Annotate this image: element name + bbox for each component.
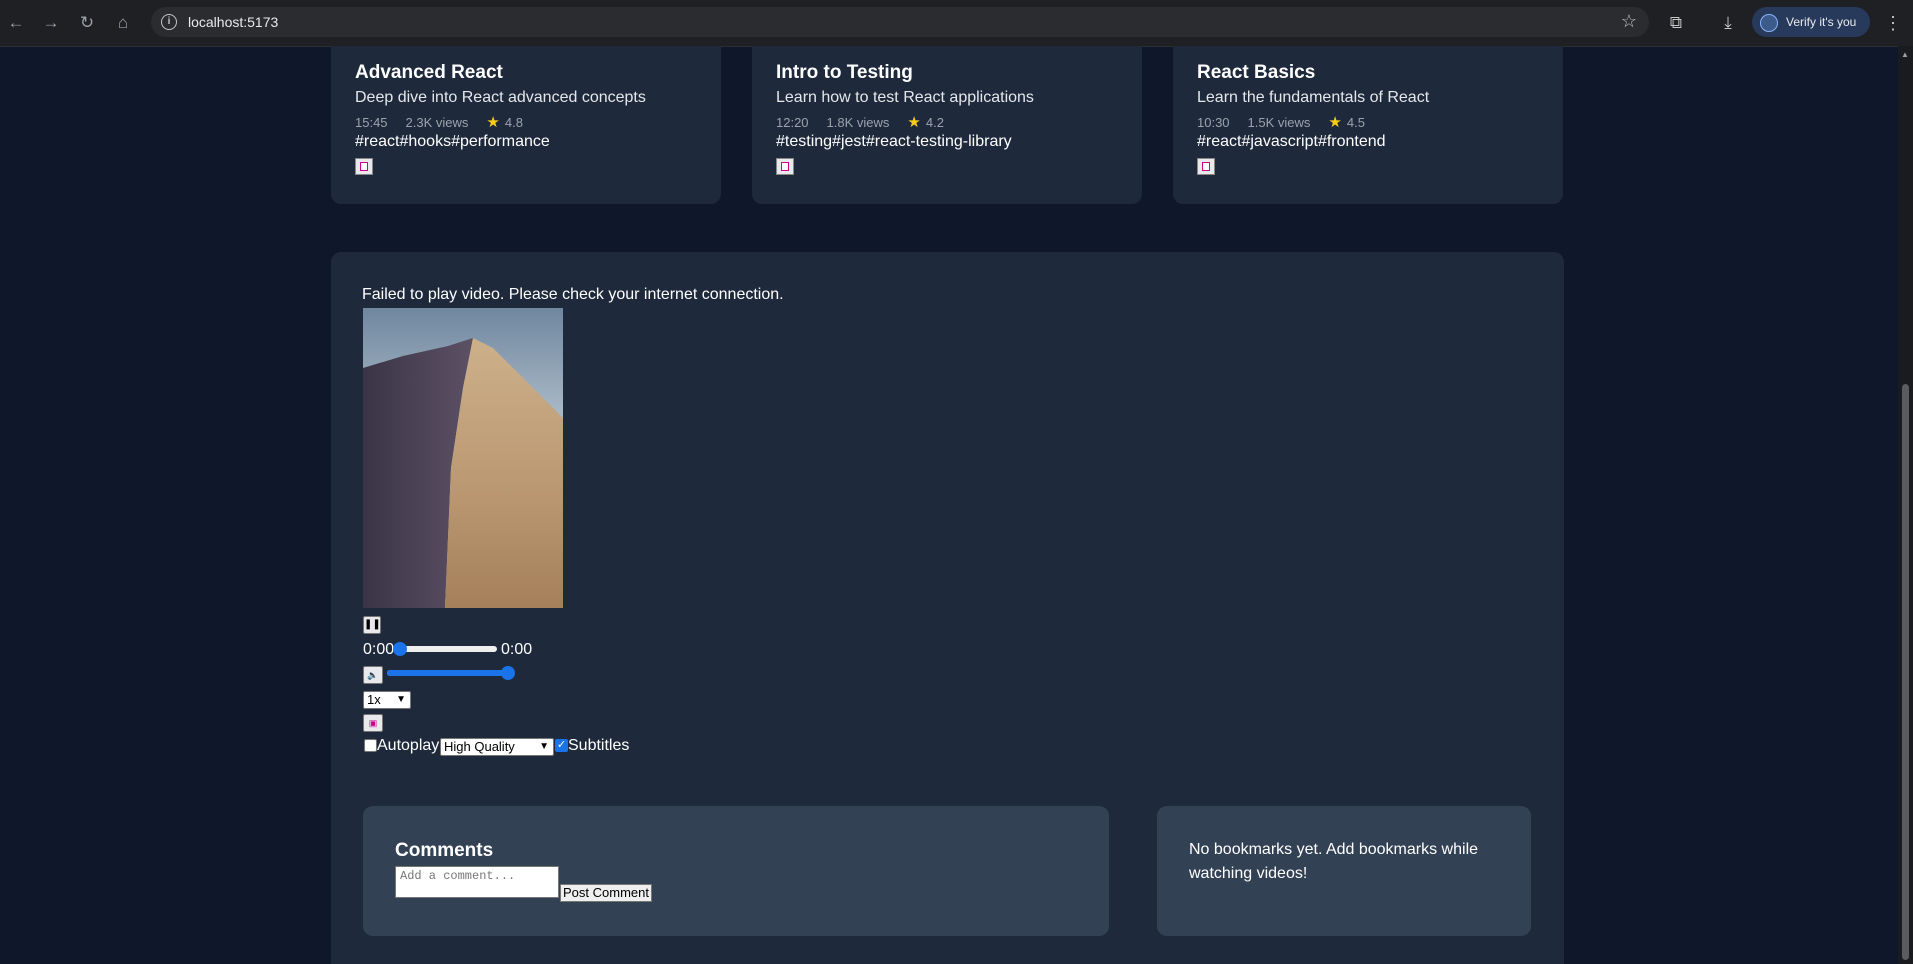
profile-verify-button[interactable]: Verify it's you (1752, 7, 1870, 37)
url-text[interactable]: localhost:5173 (188, 14, 278, 30)
bookmarks-panel: No bookmarks yet. Add bookmarks while wa… (1157, 806, 1531, 936)
card-title: React Basics (1197, 62, 1316, 83)
video-card[interactable]: Intro to Testing Learn how to test React… (752, 46, 1142, 204)
quality-select[interactable]: High Quality ▼ (440, 738, 554, 756)
address-bar[interactable]: i localhost:5173 ☆ (151, 7, 1649, 37)
verify-label: Verify it's you (1786, 15, 1857, 29)
volume-slider-fill (387, 670, 509, 676)
bookmark-star-icon[interactable]: ☆ (1621, 11, 1637, 32)
card-description: Learn the fundamentals of React (1197, 89, 1430, 106)
card-rating: 4.8 (504, 115, 523, 130)
video-frame[interactable] (363, 308, 563, 608)
video-card[interactable]: Advanced React Deep dive into React adva… (331, 46, 721, 204)
broken-image-icon (1197, 158, 1215, 175)
card-rating: 4.5 (1346, 115, 1365, 130)
post-comment-button[interactable]: Post Comment (560, 884, 652, 902)
download-icon[interactable]: ⤓ (1716, 11, 1740, 35)
forward-arrow-icon[interactable]: → (39, 11, 63, 35)
star-icon: ★ (1328, 114, 1342, 131)
card-tags: #testing#jest#react-testing-library (776, 133, 1012, 150)
comments-panel: Comments Add a comment... Post Comment (363, 806, 1109, 936)
back-arrow-icon[interactable]: ← (4, 11, 28, 35)
browser-toolbar: ← → ↻ ⌂ i localhost:5173 ☆ ⧉ ⤓ Verify it… (0, 0, 1913, 47)
progress-slider[interactable] (393, 646, 497, 652)
playback-speed-select[interactable]: 1x ▼ (363, 691, 411, 709)
autoplay-label: Autoplay (377, 737, 440, 754)
autoplay-checkbox[interactable] (364, 739, 377, 752)
card-meta: 10:30 1.5K views ★ 4.5 (1197, 113, 1383, 131)
volume-icon: 🔈 (367, 670, 379, 680)
browser-menu-icon[interactable]: ⋮ (1884, 11, 1902, 35)
card-meta: 15:45 2.3K views ★ 4.8 (355, 113, 541, 131)
subtitles-checkbox[interactable]: ✓ (555, 739, 568, 752)
site-info-icon[interactable]: i (161, 14, 177, 30)
fullscreen-button[interactable]: ▣ (363, 714, 383, 732)
progress-slider-thumb[interactable] (393, 642, 407, 656)
card-meta: 12:20 1.8K views ★ 4.2 (776, 113, 962, 131)
scroll-up-icon[interactable]: ▲ (1901, 50, 1909, 59)
star-icon: ★ (907, 114, 921, 131)
mute-button[interactable]: 🔈 (363, 666, 383, 684)
card-description: Deep dive into React advanced concepts (355, 89, 646, 106)
scrollbar-thumb[interactable] (1902, 384, 1909, 960)
card-rating: 4.2 (925, 115, 944, 130)
bookmarks-empty-text: No bookmarks yet. Add bookmarks while wa… (1189, 841, 1479, 882)
total-time: 0:00 (501, 641, 533, 658)
video-player-section: Failed to play video. Please check your … (331, 252, 1564, 964)
card-tags: #react#hooks#performance (355, 133, 550, 150)
broken-image-icon: ▣ (368, 718, 378, 728)
comment-input[interactable]: Add a comment... (395, 866, 559, 898)
video-card[interactable]: React Basics Learn the fundamentals of R… (1173, 46, 1563, 204)
broken-image-icon (776, 158, 794, 175)
error-message: Failed to play video. Please check your … (362, 286, 784, 303)
reload-icon[interactable]: ↻ (75, 11, 99, 35)
sand-dune-image (363, 308, 563, 608)
card-title: Advanced React (355, 62, 503, 83)
subtitles-label: Subtitles (568, 737, 630, 754)
card-description: Learn how to test React applications (776, 89, 1034, 106)
card-duration: 10:30 (1197, 115, 1230, 130)
pause-button[interactable]: ❚❚ (363, 616, 381, 634)
card-duration: 15:45 (355, 115, 388, 130)
page-scrollbar[interactable]: ▲ (1898, 46, 1913, 964)
star-icon: ★ (486, 114, 500, 131)
card-duration: 12:20 (776, 115, 809, 130)
volume-slider-thumb[interactable] (501, 666, 515, 680)
broken-image-icon (355, 158, 373, 175)
pause-icon: ❚❚ (364, 619, 381, 630)
card-views: 2.3K views (405, 115, 469, 130)
extensions-icon[interactable]: ⧉ (1664, 11, 1688, 35)
home-icon[interactable]: ⌂ (111, 11, 135, 35)
avatar (1760, 14, 1778, 32)
card-title: Intro to Testing (776, 62, 913, 83)
current-time: 0:00 (363, 641, 395, 658)
comments-title: Comments (395, 840, 494, 861)
card-views: 1.8K views (826, 115, 890, 130)
card-tags: #react#javascript#frontend (1197, 133, 1386, 150)
card-views: 1.5K views (1247, 115, 1311, 130)
